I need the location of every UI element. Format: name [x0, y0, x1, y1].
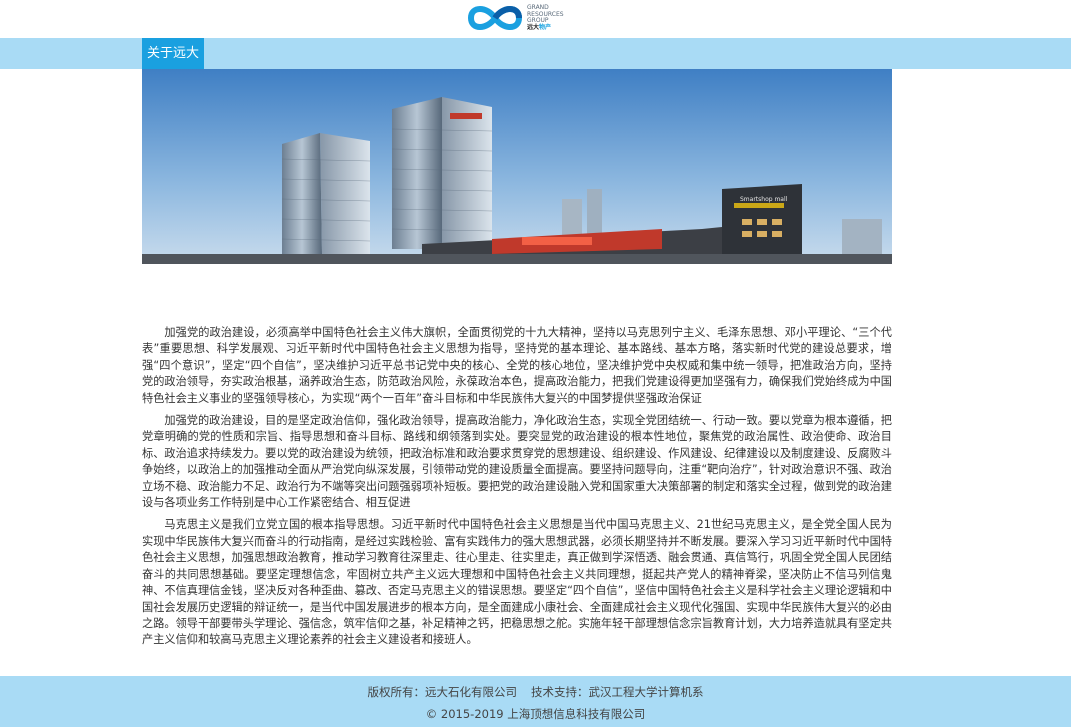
infinity-logo-icon	[467, 6, 523, 30]
brand-name-zh: 远大物产	[527, 23, 564, 32]
site-footer: 版权所有：远大石化有限公司 技术支持：武汉工程大学计算机系 © 2015-2019…	[0, 676, 1071, 727]
site-header: GRAND RESOURCES GROUP 远大物产	[0, 0, 1071, 38]
nav-item-about[interactable]: 关于远大	[142, 38, 204, 69]
footer-support: 技术支持：武汉工程大学计算机系	[531, 685, 704, 699]
article-paragraph: 马克思主义是我们立党立国的根本指导思想。习近平新时代中国特色社会主义思想是当代中…	[142, 518, 892, 647]
brand-logo[interactable]: GRAND RESOURCES GROUP 远大物产	[467, 3, 564, 33]
brand-name-zh-main: 远大	[527, 23, 540, 31]
nav-bar: 关于远大	[0, 38, 1071, 69]
building-photo-icon: Smartshop mall	[142, 69, 892, 264]
footer-copyright: 版权所有：远大石化有限公司	[367, 685, 518, 699]
article-paragraph: 加强党的政治建设，目的是坚定政治信仰，强化政治领导，提高政治能力，净化政治生态，…	[142, 414, 892, 510]
brand-name-zh-accent: 物产	[539, 23, 552, 31]
banner-image: Smartshop mall	[142, 69, 892, 264]
banner-sign-text: Smartshop mall	[740, 196, 788, 203]
brand-name: GRAND RESOURCES GROUP 远大物产	[527, 4, 564, 32]
article-paragraph: 加强党的政治建设，必须高举中国特色社会主义伟大旗帜，全面贯彻党的十九大精神，坚持…	[142, 326, 892, 405]
article-content: 加强党的政治建设，必须高举中国特色社会主义伟大旗帜，全面贯彻党的十九大精神，坚持…	[142, 325, 892, 655]
footer-line-2: © 2015-2019 上海顶想信息科技有限公司	[425, 707, 646, 721]
footer-line-1: 版权所有：远大石化有限公司 技术支持：武汉工程大学计算机系	[0, 684, 1071, 700]
